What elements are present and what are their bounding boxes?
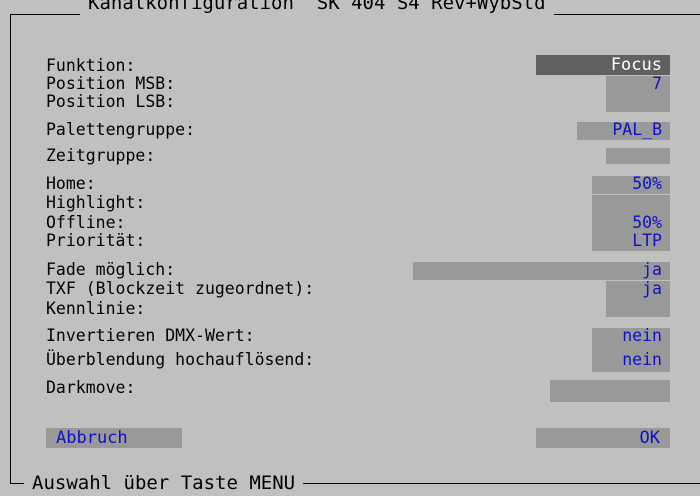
field-row-kennlinie[interactable]: Kennlinie:: [0, 300, 700, 318]
field-value-invertieren-dmx: nein: [622, 326, 662, 345]
field-label-highlight: Highlight:: [46, 193, 146, 212]
field-row-offline[interactable]: Offline: 50%: [0, 213, 700, 233]
field-row-zeitgruppe[interactable]: Zeitgruppe:: [0, 147, 700, 165]
field-row-ueberblendung[interactable]: Überblendung hochauflösend: nein: [0, 351, 700, 369]
field-label-txf: TXF (Blockzeit zugeordnet):: [46, 279, 315, 298]
field-label-fade-moeglich: Fade möglich:: [46, 260, 176, 279]
field-row-invertieren-dmx[interactable]: Invertieren DMX-Wert: nein: [0, 326, 700, 372]
field-label-invertieren-dmx: Invertieren DMX-Wert:: [46, 326, 255, 345]
field-label-home: Home:: [46, 174, 96, 193]
dialog-title: Kanalkonfiguration SK 404 S4 Rev+WybStd: [80, 0, 554, 16]
field-label-kennlinie: Kennlinie:: [46, 299, 146, 318]
field-label-position-msb: Position MSB:: [46, 74, 176, 93]
field-bar-darkmove[interactable]: [550, 380, 670, 402]
field-bar-highlight[interactable]: [592, 195, 670, 215]
field-label-ueberblendung: Überblendung hochauflösend:: [46, 350, 315, 369]
field-label-position-lsb: Position LSB:: [46, 92, 176, 111]
ok-button[interactable]: OK: [536, 428, 670, 448]
cancel-button[interactable]: Abbruch: [46, 428, 182, 448]
field-row-txf[interactable]: TXF (Blockzeit zugeordnet): ja: [0, 279, 700, 317]
field-bar-zeitgruppe[interactable]: [606, 148, 670, 164]
field-row-position-lsb[interactable]: Position LSB:: [0, 93, 700, 111]
field-value-home: 50%: [632, 174, 662, 193]
field-value-offline: 50%: [632, 213, 662, 232]
field-label-prioritaet: Priorität:: [46, 231, 146, 250]
field-value-txf: ja: [642, 279, 662, 298]
field-row-darkmove[interactable]: Darkmove:: [0, 378, 700, 402]
dialog-hint: Auswahl über Taste MENU: [24, 470, 304, 496]
field-value-prioritaet: LTP: [632, 231, 662, 250]
field-row-highlight[interactable]: Highlight:: [0, 193, 700, 215]
field-label-funktion: Funktion:: [46, 56, 136, 75]
field-value-palettengruppe: PAL_B: [612, 120, 662, 139]
field-value-position-msb: 7: [652, 74, 662, 93]
field-value-ueberblendung: nein: [622, 350, 662, 369]
field-label-offline: Offline:: [46, 213, 126, 232]
field-row-palettengruppe[interactable]: Palettengruppe: PAL_B: [0, 120, 700, 140]
field-label-darkmove: Darkmove:: [46, 378, 136, 397]
field-row-prioritaet[interactable]: Priorität: LTP: [0, 231, 700, 251]
field-row-home[interactable]: Home: 50%: [0, 174, 700, 194]
field-row-fade-moeglich[interactable]: Fade möglich: ja: [0, 260, 700, 280]
field-label-palettengruppe: Palettengruppe:: [46, 120, 196, 139]
field-value-funktion[interactable]: Focus: [536, 55, 670, 75]
field-label-zeitgruppe: Zeitgruppe:: [46, 146, 156, 165]
field-bar-fade-moeglich[interactable]: [413, 262, 670, 280]
field-value-fade-moeglich: ja: [642, 260, 662, 279]
field-row-position-msb[interactable]: Position MSB: 7: [0, 74, 700, 112]
